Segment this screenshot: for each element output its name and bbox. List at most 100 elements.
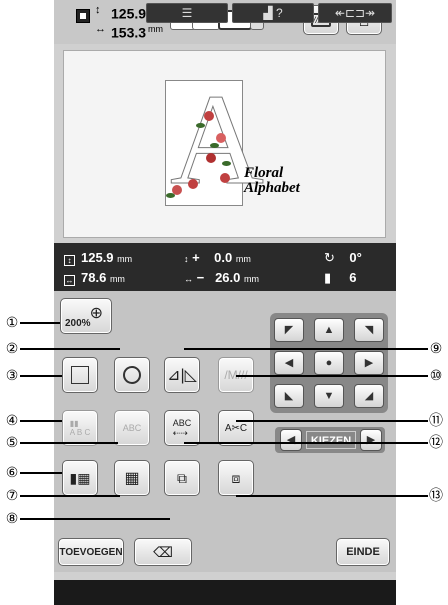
info-angle: ↻ 0° [324, 250, 362, 266]
callout-13: ⑬ [429, 487, 443, 503]
info-horizontal-offset: ↔ − 26.0 mm [184, 270, 259, 285]
mirror-button[interactable]: ⊿|◺ [164, 357, 200, 393]
move-down-right-button[interactable]: ◢ [354, 384, 384, 408]
flower-motif [216, 133, 226, 143]
flower-motif [206, 153, 216, 163]
move-right-button[interactable]: ▶ [354, 351, 384, 375]
leaf-motif [196, 123, 205, 128]
spacing-button[interactable]: ABC ⇠⇢ [164, 410, 200, 446]
angle-value: 0° [349, 250, 362, 265]
layer-button[interactable]: ⧈ [218, 460, 254, 496]
zoom-button[interactable]: 200% ⊕ [60, 298, 112, 334]
callout-line [20, 495, 120, 497]
callout-line [20, 322, 60, 324]
color-count-value: 6 [349, 270, 357, 285]
callout-3: ③ [5, 367, 19, 383]
callout-line [184, 348, 428, 350]
horizontal-offset-unit: mm [244, 274, 259, 284]
size-button[interactable] [62, 357, 98, 393]
spacing-icon: ABC ⇠⇢ [172, 417, 192, 438]
callout-line [236, 495, 428, 497]
move-pad: ◤ ▲ ◥ ◀ ● ▶ ◣ ▼ ◢ [270, 313, 388, 413]
design-preview[interactable]: A [165, 75, 264, 206]
callout-line [20, 375, 62, 377]
mirror-icon: ⊿|◺ [167, 367, 197, 384]
callout-line [20, 442, 118, 444]
array-icon: ABC [122, 423, 142, 433]
info-width-unit: mm [109, 274, 125, 284]
callout-9: ⑨ [429, 340, 443, 356]
move-up-left-button[interactable]: ◤ [274, 318, 304, 342]
move-up-button[interactable]: ▲ [314, 318, 344, 342]
presser-foot-button[interactable]: ↞⊏⊐↠ [318, 3, 392, 23]
leaf-motif [222, 161, 231, 166]
multi-color-icon: ▮▮ A B C [69, 419, 91, 437]
move-up-right-button[interactable]: ◥ [354, 318, 384, 342]
callout-12: ⑫ [429, 434, 443, 450]
callout-line [20, 348, 120, 350]
vertical-offset-icon: ↕ [184, 254, 189, 264]
info-width-value: 78.6 [81, 270, 107, 285]
add-button[interactable]: TOEVOEGEN [58, 538, 124, 566]
callout-4: ④ [5, 412, 19, 428]
help-label: ? [275, 6, 283, 20]
bottom-bar [54, 580, 396, 605]
leaf-motif [210, 143, 219, 148]
delete-button[interactable]: ⌫ [134, 538, 192, 566]
move-left-button[interactable]: ◀ [274, 351, 304, 375]
duplicate-icon: ⧉ [177, 469, 187, 486]
callout-1: ① [5, 314, 19, 330]
move-down-left-button[interactable]: ◣ [274, 384, 304, 408]
thread-spool-icon: ▮ [324, 270, 332, 285]
zoom-label: 200% [65, 318, 91, 329]
design-size-icon [76, 9, 90, 23]
width-icon: ↔ [64, 275, 75, 286]
height-arrow-icon: ↕ [95, 4, 101, 16]
callout-5: ⑤ [5, 434, 19, 450]
vertical-offset-sign: + [192, 250, 200, 265]
border-button[interactable]: ▦ [114, 460, 150, 496]
horizontal-offset-icon: ↔ [184, 274, 193, 284]
color-change-button[interactable]: ▮▦ [62, 460, 98, 496]
help-button[interactable]: ▟ ? [232, 3, 314, 23]
callout-11: ⑪ [429, 412, 443, 428]
callout-7: ⑦ [5, 487, 19, 503]
callout-line [20, 472, 62, 474]
settings-button[interactable]: ☰ [146, 3, 228, 23]
move-down-button[interactable]: ▼ [314, 384, 344, 408]
end-button[interactable]: EINDE [336, 538, 390, 566]
eraser-icon: ⌫ [153, 543, 173, 560]
layer-icon: ⧈ [231, 469, 241, 486]
height-icon: ↕ [64, 255, 75, 266]
leaf-motif [166, 193, 175, 198]
duplicate-button[interactable]: ⧉ [164, 460, 200, 496]
flower-motif [204, 111, 214, 121]
rotate-circle-icon [123, 366, 141, 384]
callout-6: ⑥ [5, 464, 19, 480]
select-prev-button[interactable]: ◀ [280, 429, 302, 451]
select-next-button[interactable]: ▶ [360, 429, 382, 451]
multi-color-button: ▮▮ A B C [62, 410, 98, 446]
caption-line-1: Floral [244, 165, 284, 181]
flower-motif [188, 179, 198, 189]
resize-icon [71, 366, 89, 384]
color-palette-icon: ▮▦ [69, 469, 91, 486]
size-width: 153.3 [111, 24, 147, 41]
size-width-unit: mm [148, 23, 164, 34]
horizontal-offset-sign: − [196, 270, 205, 285]
separate-button[interactable]: A✂C [218, 410, 254, 446]
callout-line [20, 518, 170, 520]
callout-10: ⑩ [429, 367, 443, 383]
presser-foot-icon: ↞⊏⊐↠ [334, 6, 376, 20]
info-colors: ▮ 6 [324, 270, 356, 286]
rotate-icon: ↻ [324, 250, 335, 265]
callout-8: ⑧ [5, 510, 19, 526]
info-panel: ↕ 125.9 mm ↔ 78.6 mm ↕ + 0.0 mm ↔ − 26.0 m… [54, 243, 396, 291]
move-center-button[interactable]: ● [314, 351, 344, 375]
rotate-button[interactable] [114, 357, 150, 393]
info-height-value: 125.9 [81, 250, 114, 265]
callout-line [236, 420, 428, 422]
size-height: 125.9 [111, 5, 147, 22]
horizontal-offset-value: 26.0 [215, 270, 241, 285]
info-height: ↕ 125.9 mm [64, 250, 132, 266]
